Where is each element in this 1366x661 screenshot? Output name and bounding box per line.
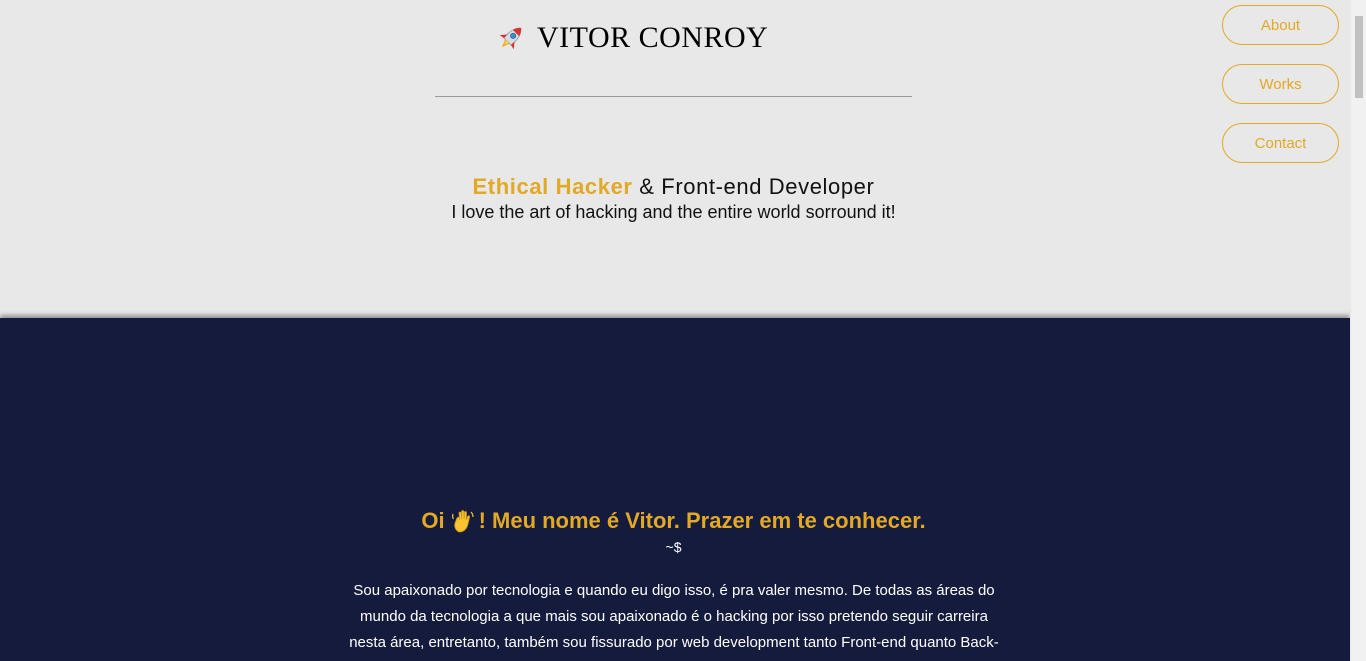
about-section: Oi ! Meu nome é Vitor. Prazer em te conh…: [0, 318, 1350, 661]
tagline-accent: Ethical Hacker: [472, 174, 633, 199]
about-title: Oi ! Meu nome é Vitor. Prazer em te conh…: [0, 508, 1347, 534]
about-paragraph: Sou apaixonado por tecnologia e quando e…: [349, 582, 999, 661]
about-title-text: ! Meu nome é Vitor. Prazer em te conhece…: [478, 508, 926, 533]
nav-contact-button[interactable]: Contact: [1222, 123, 1339, 163]
waving-hand-icon: [451, 510, 474, 533]
header-divider: [435, 96, 912, 97]
main-nav: About Works Contact: [1222, 5, 1339, 163]
rocket-icon: [499, 27, 522, 50]
terminal-prompt: ~$: [665, 539, 682, 555]
scrollbar-thumb[interactable]: [1355, 16, 1363, 98]
tagline-rest: & Front-end Developer: [632, 174, 875, 199]
viewport: VITOR CONROY Ethical Hacker & Front-end …: [0, 0, 1350, 661]
page-scrollbar[interactable]: [1350, 0, 1366, 661]
about-title-greeting: Oi: [421, 508, 445, 533]
page: VITOR CONROY Ethical Hacker & Front-end …: [0, 0, 1366, 661]
hero-tagline: Ethical Hacker & Front-end Developer: [0, 174, 1347, 200]
hero-section: VITOR CONROY Ethical Hacker & Front-end …: [0, 0, 1350, 318]
brand[interactable]: VITOR CONROY: [495, 18, 768, 58]
nav-works-button[interactable]: Works: [1222, 64, 1339, 104]
brand-name: VITOR CONROY: [537, 21, 769, 54]
hero-subtagline: I love the art of hacking and the entire…: [451, 202, 896, 222]
nav-about-button[interactable]: About: [1222, 5, 1339, 45]
